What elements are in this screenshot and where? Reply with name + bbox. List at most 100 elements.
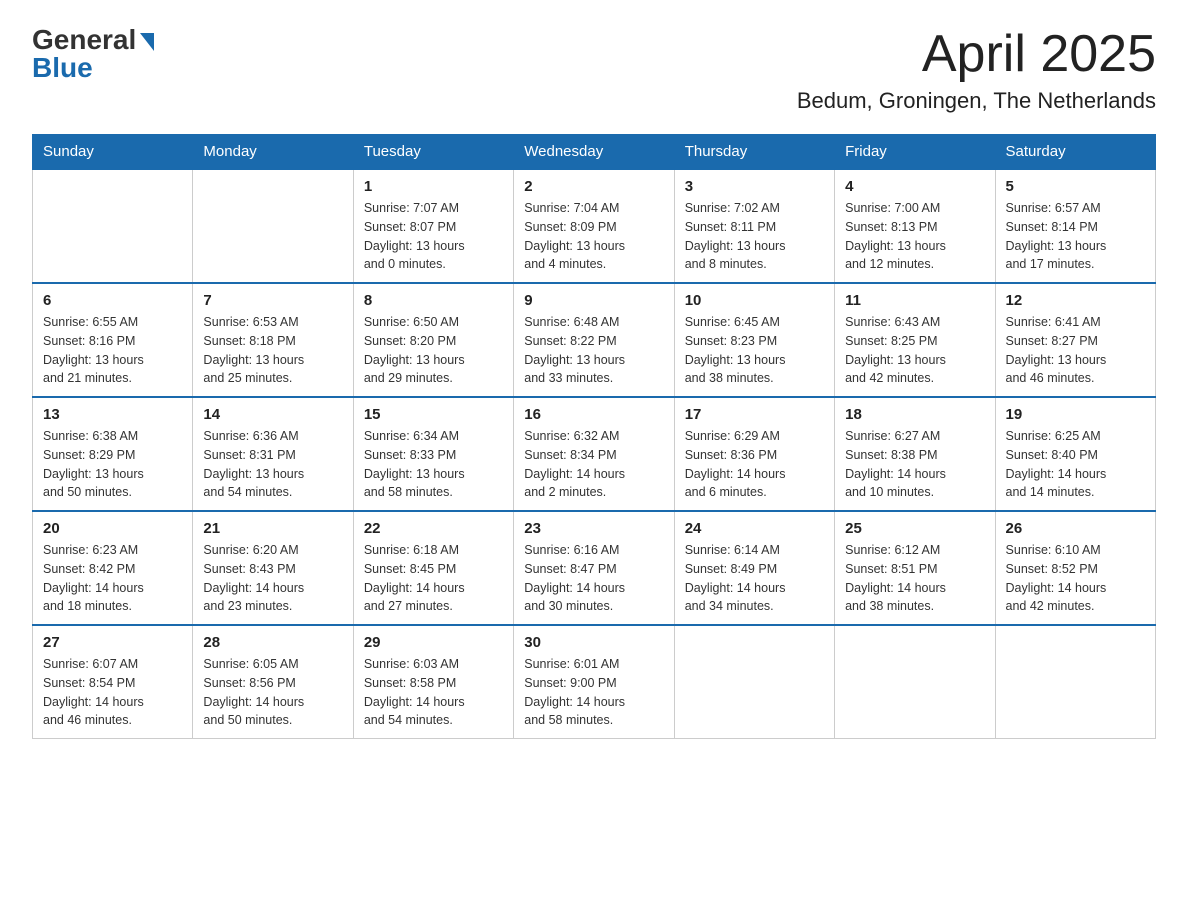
calendar-cell <box>33 169 193 283</box>
calendar-cell: 24Sunrise: 6:14 AM Sunset: 8:49 PM Dayli… <box>674 511 834 625</box>
day-detail: Sunrise: 6:23 AM Sunset: 8:42 PM Dayligh… <box>43 541 182 616</box>
day-number: 23 <box>524 520 663 537</box>
day-number: 21 <box>203 520 342 537</box>
day-detail: Sunrise: 6:55 AM Sunset: 8:16 PM Dayligh… <box>43 313 182 388</box>
title-block: April 2025 Bedum, Groningen, The Netherl… <box>797 24 1156 114</box>
calendar-cell: 2 Sunrise: 7:04 AM Sunset: 8:09 PM Daylig… <box>514 169 674 283</box>
calendar-week-row: 6 Sunrise: 6:55 AM Sunset: 8:16 PM Daylig… <box>33 283 1156 397</box>
calendar-cell: 1 Sunrise: 7:07 AM Sunset: 8:07 PM Daylig… <box>353 169 513 283</box>
day-detail: Sunrise: 6:03 AM Sunset: 8:58 PM Dayligh… <box>364 655 503 730</box>
day-number: 7 <box>203 292 342 309</box>
calendar-cell: 5 Sunrise: 6:57 AM Sunset: 8:14 PM Daylig… <box>995 169 1155 283</box>
logo-arrow-icon <box>140 33 154 51</box>
calendar-cell: 17 Sunrise: 6:29 AM Sunset: 8:36 PM Dayli… <box>674 397 834 511</box>
day-number: 9 <box>524 292 663 309</box>
day-detail: Sunrise: 6:18 AM Sunset: 8:45 PM Dayligh… <box>364 541 503 616</box>
calendar-cell: 27 Sunrise: 6:07 AM Sunset: 8:54 PM Dayli… <box>33 625 193 739</box>
day-number: 1 <box>364 178 503 195</box>
day-number: 16 <box>524 406 663 423</box>
day-detail: Sunrise: 7:00 AM Sunset: 8:13 PM Dayligh… <box>845 199 984 274</box>
calendar-cell: 18Sunrise: 6:27 AM Sunset: 8:38 PM Dayli… <box>835 397 995 511</box>
day-detail: Sunrise: 6:36 AM Sunset: 8:31 PM Dayligh… <box>203 427 342 502</box>
calendar-cell: 10 Sunrise: 6:45 AM Sunset: 8:23 PM Dayli… <box>674 283 834 397</box>
day-detail: Sunrise: 6:41 AM Sunset: 8:27 PM Dayligh… <box>1006 313 1145 388</box>
day-number: 13 <box>43 406 182 423</box>
day-number: 2 <box>524 178 663 195</box>
day-detail: Sunrise: 6:07 AM Sunset: 8:54 PM Dayligh… <box>43 655 182 730</box>
calendar-cell: 15 Sunrise: 6:34 AM Sunset: 8:33 PM Dayli… <box>353 397 513 511</box>
day-number: 10 <box>685 292 824 309</box>
day-detail: Sunrise: 6:34 AM Sunset: 8:33 PM Dayligh… <box>364 427 503 502</box>
day-detail: Sunrise: 6:05 AM Sunset: 8:56 PM Dayligh… <box>203 655 342 730</box>
day-number: 27 <box>43 634 182 651</box>
day-of-week-header: Monday <box>193 135 353 170</box>
calendar-header-row: SundayMondayTuesdayWednesdayThursdayFrid… <box>33 135 1156 170</box>
day-detail: Sunrise: 7:07 AM Sunset: 8:07 PM Dayligh… <box>364 199 503 274</box>
calendar-cell: 7 Sunrise: 6:53 AM Sunset: 8:18 PM Daylig… <box>193 283 353 397</box>
calendar-cell: 6 Sunrise: 6:55 AM Sunset: 8:16 PM Daylig… <box>33 283 193 397</box>
calendar-cell: 12 Sunrise: 6:41 AM Sunset: 8:27 PM Dayli… <box>995 283 1155 397</box>
calendar-cell: 4 Sunrise: 7:00 AM Sunset: 8:13 PM Daylig… <box>835 169 995 283</box>
day-number: 6 <box>43 292 182 309</box>
calendar-week-row: 13 Sunrise: 6:38 AM Sunset: 8:29 PM Dayli… <box>33 397 1156 511</box>
day-of-week-header: Wednesday <box>514 135 674 170</box>
calendar-cell <box>674 625 834 739</box>
day-detail: Sunrise: 6:16 AM Sunset: 8:47 PM Dayligh… <box>524 541 663 616</box>
day-detail: Sunrise: 6:01 AM Sunset: 9:00 PM Dayligh… <box>524 655 663 730</box>
day-detail: Sunrise: 6:29 AM Sunset: 8:36 PM Dayligh… <box>685 427 824 502</box>
day-of-week-header: Tuesday <box>353 135 513 170</box>
day-number: 5 <box>1006 178 1145 195</box>
calendar-cell <box>835 625 995 739</box>
calendar-cell <box>193 169 353 283</box>
day-of-week-header: Sunday <box>33 135 193 170</box>
day-of-week-header: Friday <box>835 135 995 170</box>
day-detail: Sunrise: 6:14 AM Sunset: 8:49 PM Dayligh… <box>685 541 824 616</box>
day-detail: Sunrise: 6:10 AM Sunset: 8:52 PM Dayligh… <box>1006 541 1145 616</box>
day-number: 28 <box>203 634 342 651</box>
logo: General Blue <box>32 24 154 84</box>
day-number: 3 <box>685 178 824 195</box>
day-number: 18 <box>845 406 984 423</box>
day-number: 8 <box>364 292 503 309</box>
page-header: General Blue April 2025 Bedum, Groningen… <box>32 24 1156 114</box>
day-detail: Sunrise: 6:32 AM Sunset: 8:34 PM Dayligh… <box>524 427 663 502</box>
location-title: Bedum, Groningen, The Netherlands <box>797 88 1156 114</box>
day-number: 29 <box>364 634 503 651</box>
day-detail: Sunrise: 6:38 AM Sunset: 8:29 PM Dayligh… <box>43 427 182 502</box>
calendar-cell: 3Sunrise: 7:02 AM Sunset: 8:11 PM Daylig… <box>674 169 834 283</box>
day-of-week-header: Thursday <box>674 135 834 170</box>
day-number: 11 <box>845 292 984 309</box>
day-number: 20 <box>43 520 182 537</box>
day-number: 25 <box>845 520 984 537</box>
calendar-cell: 9 Sunrise: 6:48 AM Sunset: 8:22 PM Daylig… <box>514 283 674 397</box>
day-detail: Sunrise: 6:43 AM Sunset: 8:25 PM Dayligh… <box>845 313 984 388</box>
calendar-table: SundayMondayTuesdayWednesdayThursdayFrid… <box>32 134 1156 739</box>
calendar-cell: 29 Sunrise: 6:03 AM Sunset: 8:58 PM Dayli… <box>353 625 513 739</box>
day-number: 17 <box>685 406 824 423</box>
day-number: 15 <box>364 406 503 423</box>
calendar-cell: 25 Sunrise: 6:12 AM Sunset: 8:51 PM Dayli… <box>835 511 995 625</box>
day-detail: Sunrise: 6:25 AM Sunset: 8:40 PM Dayligh… <box>1006 427 1145 502</box>
day-number: 14 <box>203 406 342 423</box>
month-title: April 2025 <box>797 24 1156 84</box>
day-number: 22 <box>364 520 503 537</box>
calendar-week-row: 1 Sunrise: 7:07 AM Sunset: 8:07 PM Daylig… <box>33 169 1156 283</box>
logo-blue-label: Blue <box>32 52 93 84</box>
calendar-cell: 22 Sunrise: 6:18 AM Sunset: 8:45 PM Dayli… <box>353 511 513 625</box>
day-detail: Sunrise: 6:48 AM Sunset: 8:22 PM Dayligh… <box>524 313 663 388</box>
day-detail: Sunrise: 7:04 AM Sunset: 8:09 PM Dayligh… <box>524 199 663 274</box>
day-detail: Sunrise: 6:57 AM Sunset: 8:14 PM Dayligh… <box>1006 199 1145 274</box>
day-number: 12 <box>1006 292 1145 309</box>
calendar-cell: 26Sunrise: 6:10 AM Sunset: 8:52 PM Dayli… <box>995 511 1155 625</box>
calendar-cell: 19 Sunrise: 6:25 AM Sunset: 8:40 PM Dayli… <box>995 397 1155 511</box>
day-number: 30 <box>524 634 663 651</box>
day-detail: Sunrise: 6:12 AM Sunset: 8:51 PM Dayligh… <box>845 541 984 616</box>
calendar-cell: 30 Sunrise: 6:01 AM Sunset: 9:00 PM Dayli… <box>514 625 674 739</box>
calendar-week-row: 20 Sunrise: 6:23 AM Sunset: 8:42 PM Dayli… <box>33 511 1156 625</box>
day-number: 19 <box>1006 406 1145 423</box>
day-detail: Sunrise: 6:53 AM Sunset: 8:18 PM Dayligh… <box>203 313 342 388</box>
day-detail: Sunrise: 6:45 AM Sunset: 8:23 PM Dayligh… <box>685 313 824 388</box>
calendar-cell: 23 Sunrise: 6:16 AM Sunset: 8:47 PM Dayli… <box>514 511 674 625</box>
calendar-cell <box>995 625 1155 739</box>
day-number: 4 <box>845 178 984 195</box>
